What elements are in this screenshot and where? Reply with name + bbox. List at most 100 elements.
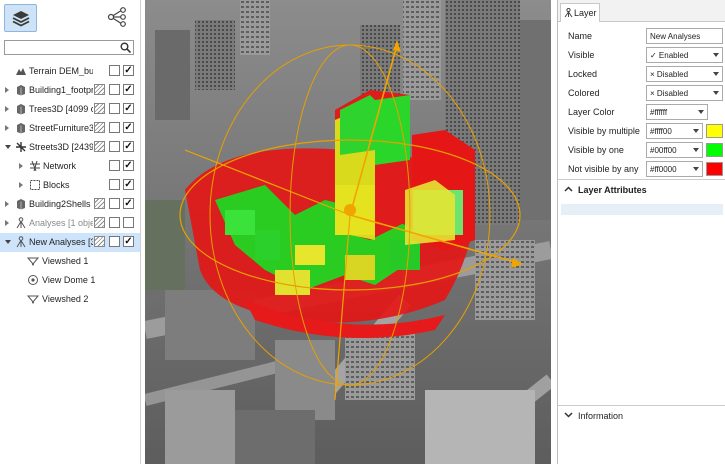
layer-row[interactable]: Building1_footpri ✓ — [0, 81, 140, 100]
terrain-icon — [15, 65, 27, 77]
property-row: Colored × Disabled — [558, 84, 725, 103]
lock-checkbox[interactable] — [109, 160, 120, 171]
property-row: Locked × Disabled — [558, 65, 725, 84]
layer-row[interactable]: Viewshed 1 — [0, 252, 140, 271]
lock-checkbox[interactable] — [109, 217, 120, 228]
property-dropdown[interactable]: ✓ Enabled — [646, 47, 723, 63]
viewshed-icon — [26, 293, 40, 305]
visibility-checkbox[interactable]: ✓ — [123, 122, 134, 133]
visibility-checkbox[interactable]: ✓ — [123, 236, 134, 247]
layer-label: Trees3D [4099 ob — [29, 104, 93, 114]
property-label: Colored — [568, 88, 600, 98]
color-swatch[interactable] — [706, 162, 723, 176]
property-value: #00ff00 — [650, 146, 677, 155]
selectable-toggle[interactable] — [94, 198, 105, 209]
layer-label: Analyses [1 objec — [29, 218, 93, 228]
network-icon — [29, 160, 41, 172]
layer-label: Terrain DEM_bun — [29, 66, 93, 76]
layer-label: Building2Shells [ — [29, 199, 93, 209]
layers-button[interactable] — [4, 4, 37, 32]
blocks-icon — [29, 179, 41, 191]
property-value: × Disabled — [650, 70, 689, 79]
property-field[interactable]: New Analyses — [646, 28, 723, 44]
property-value: #ffff00 — [650, 127, 672, 136]
property-field[interactable]: #ff0000 — [646, 161, 703, 177]
layer-row[interactable]: Viewshed 2 — [0, 290, 140, 309]
property-dropdown[interactable]: × Disabled — [646, 66, 723, 82]
expand-arrow-icon[interactable] — [5, 125, 9, 131]
lock-checkbox[interactable] — [109, 236, 120, 247]
layer-row[interactable]: StreetFurniture3D ✓ — [0, 119, 140, 138]
property-row: Layer Color #ffffff — [558, 103, 725, 122]
color-swatch[interactable] — [706, 124, 723, 138]
selectable-toggle[interactable] — [94, 122, 105, 133]
viewshed-icon — [26, 255, 40, 267]
collapse-arrow-icon[interactable] — [5, 240, 11, 244]
lock-checkbox[interactable] — [109, 179, 120, 190]
search-icon[interactable] — [120, 42, 131, 53]
city-scene-image — [145, 0, 551, 464]
property-row: Visible by one #00ff00 — [558, 141, 725, 160]
layer-row[interactable]: Network ✓ — [0, 157, 140, 176]
visibility-checkbox[interactable]: ✓ — [123, 160, 134, 171]
property-row: Visible by multiple #ffff00 — [558, 122, 725, 141]
property-value: #ff0000 — [650, 165, 677, 174]
lock-checkbox[interactable] — [109, 198, 120, 209]
tab-layer[interactable]: Layer — [560, 3, 600, 22]
analyses-icon — [15, 236, 27, 248]
search-input[interactable] — [4, 40, 134, 55]
visibility-checkbox[interactable]: ✓ — [123, 198, 134, 209]
property-field[interactable]: #ffff00 — [646, 123, 703, 139]
visibility-checkbox[interactable]: ✓ — [123, 84, 134, 95]
lock-checkbox[interactable] — [109, 84, 120, 95]
building-icon — [15, 103, 27, 115]
expand-arrow-icon[interactable] — [5, 106, 9, 112]
expand-arrow-icon[interactable] — [5, 87, 9, 93]
layer-row[interactable]: New Analyses [3 ✓ — [0, 233, 140, 252]
layer-label: View Dome 1 — [42, 275, 96, 285]
expand-arrow-icon[interactable] — [19, 163, 23, 169]
analyses-icon — [564, 8, 573, 18]
selectable-toggle[interactable] — [94, 103, 105, 114]
layer-row[interactable]: Terrain DEM_bun ✓ — [0, 62, 140, 81]
selectable-toggle[interactable] — [94, 217, 105, 228]
property-dropdown[interactable]: × Disabled — [646, 85, 723, 101]
3d-viewport[interactable] — [145, 0, 551, 464]
visibility-checkbox[interactable]: ✓ — [123, 179, 134, 190]
visibility-checkbox[interactable]: ✓ — [123, 65, 134, 76]
lock-checkbox[interactable] — [109, 141, 120, 152]
visibility-checkbox[interactable]: ✓ — [123, 141, 134, 152]
layer-label: Streets3D [2439 o — [29, 142, 93, 152]
expand-arrow-icon[interactable] — [5, 220, 9, 226]
building-icon — [15, 198, 27, 210]
visibility-checkbox[interactable] — [123, 217, 134, 228]
layer-row[interactable]: Streets3D [2439 o ✓ — [0, 138, 140, 157]
collapse-arrow-icon[interactable] — [5, 145, 11, 149]
visibility-checkbox[interactable]: ✓ — [123, 103, 134, 114]
property-row: Visible ✓ Enabled — [558, 46, 725, 65]
information-section[interactable]: Information — [558, 405, 725, 425]
layer-row[interactable]: Analyses [1 objec — [0, 214, 140, 233]
selectable-toggle[interactable] — [94, 84, 105, 95]
attributes-list[interactable] — [561, 204, 723, 215]
property-field[interactable]: #ffffff — [646, 104, 708, 120]
color-swatch[interactable] — [706, 143, 723, 157]
layer-tree: Terrain DEM_bun ✓ Building1_footpri ✓ Trees3… — [0, 62, 140, 309]
property-value: New Analyses — [650, 32, 701, 41]
property-field[interactable]: #00ff00 — [646, 142, 703, 158]
layer-attributes-section[interactable]: Layer Attributes — [558, 179, 725, 199]
lock-checkbox[interactable] — [109, 122, 120, 133]
properties-panel: Layer Name New Analyses Visible ✓ Enabled Lo… — [557, 0, 725, 464]
expand-arrow-icon[interactable] — [19, 182, 23, 188]
layer-row[interactable]: Blocks ✓ — [0, 176, 140, 195]
property-label: Visible — [568, 50, 595, 60]
share-button[interactable] — [106, 6, 128, 28]
selectable-toggle[interactable] — [94, 141, 105, 152]
lock-checkbox[interactable] — [109, 103, 120, 114]
layer-row[interactable]: View Dome 1 — [0, 271, 140, 290]
expand-arrow-icon[interactable] — [5, 201, 9, 207]
layer-row[interactable]: Building2Shells [ ✓ — [0, 195, 140, 214]
selectable-toggle[interactable] — [94, 236, 105, 247]
layer-row[interactable]: Trees3D [4099 ob ✓ — [0, 100, 140, 119]
lock-checkbox[interactable] — [109, 65, 120, 76]
